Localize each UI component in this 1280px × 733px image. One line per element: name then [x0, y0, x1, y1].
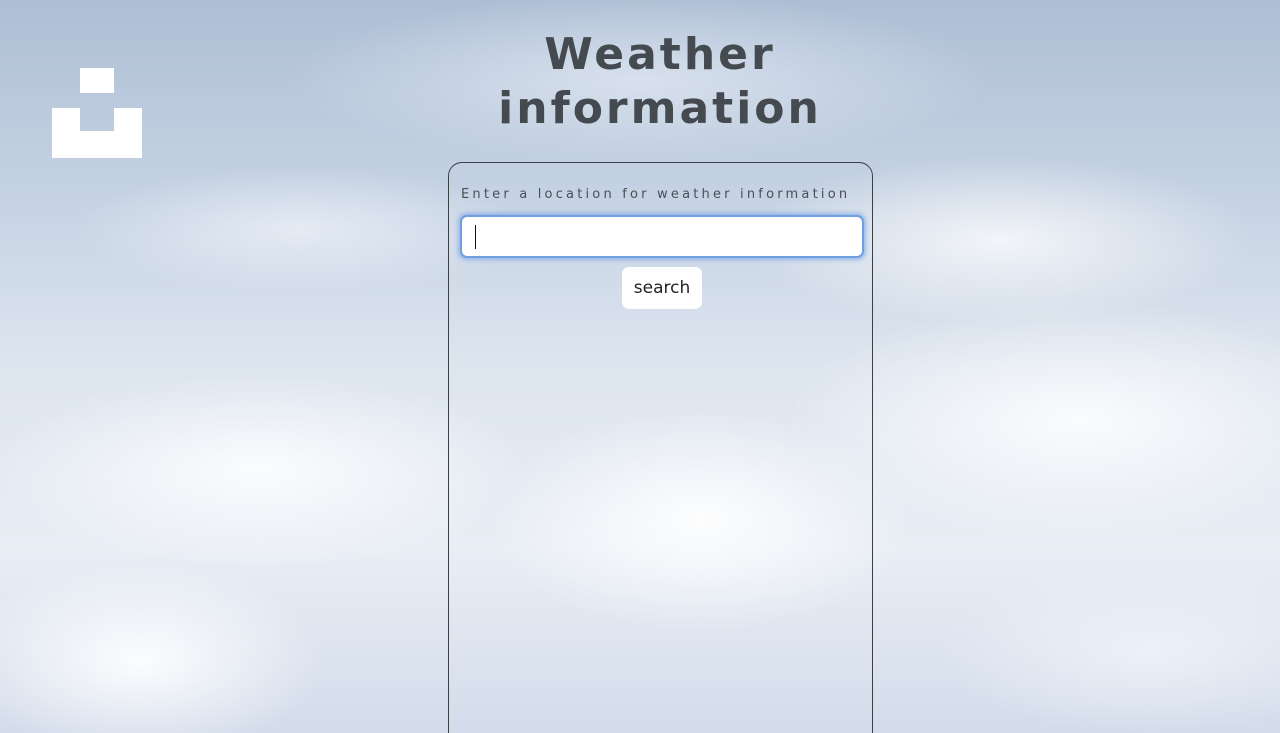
unsplash-logo-icon: [52, 68, 142, 158]
search-button[interactable]: search: [622, 267, 702, 309]
search-panel: Enter a location for weather information…: [448, 162, 873, 733]
location-search-input[interactable]: [460, 215, 864, 258]
search-prompt-label: Enter a location for weather information: [461, 187, 851, 202]
text-caret: [475, 225, 476, 249]
page-title: Weather information: [498, 29, 822, 134]
